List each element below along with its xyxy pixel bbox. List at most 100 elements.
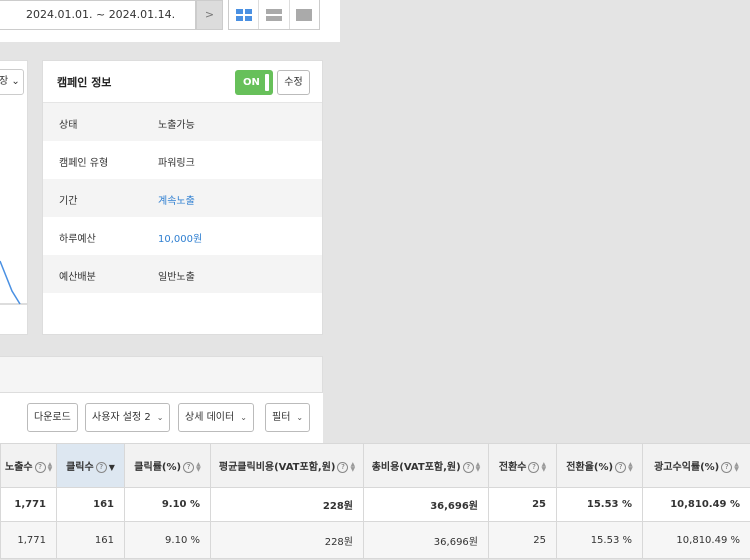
help-icon[interactable]: ? xyxy=(337,461,349,473)
next-period-button[interactable]: > xyxy=(196,0,223,30)
table-cell: 36,696원 xyxy=(363,521,489,559)
help-icon[interactable]: ? xyxy=(721,461,733,473)
table-cell: 228원 xyxy=(210,487,364,522)
table-cell: 228원 xyxy=(210,521,364,559)
column-label: 클릭률(%) xyxy=(134,462,182,473)
sort-icon[interactable]: ▲ ▼ xyxy=(476,462,481,473)
info-row-period: 기간 계속노출 xyxy=(43,179,322,217)
chart-metric-select[interactable]: 장 ⌄ xyxy=(0,69,24,95)
layout-rows-button[interactable] xyxy=(258,0,288,29)
layout-split-icon xyxy=(235,8,252,21)
chevron-down-icon: ⌄ xyxy=(240,413,247,422)
campaign-info-rows: 상태 노출가능 캠페인 유형 파워링크 기간 계속노출 하루예산 10,000원… xyxy=(43,103,322,293)
column-label: 전환수 xyxy=(498,462,527,473)
table-cell: 9.10 % xyxy=(124,487,211,522)
detail-data-select[interactable]: 상세 데이터 ⌄ xyxy=(178,403,254,432)
table-header-row: 노출수? ▲ ▼ 클릭수? ▼ 클릭률(%)? ▲ ▼ 평균클릭비용(VAT포함,원)? ▲… xyxy=(0,443,750,488)
column-header-total-cost[interactable]: 총비용(VAT포함,원)? ▲ ▼ xyxy=(363,443,489,488)
sort-icon[interactable]: ▲ ▼ xyxy=(541,462,546,473)
info-label: 상태 xyxy=(59,120,78,131)
table-cell: 15.53 % xyxy=(556,521,643,559)
campaign-info-card: 캠페인 정보 ON 수정 상태 노출가능 캠페인 유형 파워링크 기간 계속노출… xyxy=(42,60,323,335)
toggle-knob xyxy=(265,74,269,91)
sort-desc-icon[interactable]: ▼ xyxy=(109,463,115,471)
table-toolbar: 다운로드 사용자 설정 2 ⌄ 상세 데이터 ⌄ 필터 ⌄ xyxy=(0,393,323,443)
info-label: 하루예산 xyxy=(59,234,96,245)
layout-single-button[interactable] xyxy=(288,0,319,29)
column-header-impressions[interactable]: 노출수? ▲ ▼ xyxy=(0,443,57,488)
info-value: 노출가능 xyxy=(158,120,195,131)
table-summary-row: 1,771 161 9.10 % 228원 36,696원 25 15.53 %… xyxy=(0,487,750,522)
user-setting-select[interactable]: 사용자 설정 2 ⌄ xyxy=(85,403,171,432)
table-cell: 25 xyxy=(488,521,557,559)
info-value: 파워링크 xyxy=(158,158,195,169)
column-header-ctr[interactable]: 클릭률(%)? ▲ ▼ xyxy=(124,443,211,488)
sort-icon[interactable]: ▲ ▼ xyxy=(48,462,53,473)
table-cell: 1,771 xyxy=(0,521,57,559)
column-label: 평균클릭비용(VAT포함,원) xyxy=(218,462,336,473)
filter-select[interactable]: 필터 ⌄ xyxy=(265,403,311,432)
table-cell: 25 xyxy=(488,487,557,522)
filter-label: 필터 xyxy=(272,412,291,423)
info-label: 기간 xyxy=(59,196,78,207)
date-toolbar: 2024.01.01. ~ 2024.01.14. > xyxy=(0,0,340,42)
column-label: 총비용(VAT포함,원) xyxy=(371,462,461,473)
sort-icon[interactable]: ▲ ▼ xyxy=(734,462,739,473)
campaign-info-header: 캠페인 정보 ON 수정 xyxy=(43,61,322,103)
table-cell: 10,810.49 % xyxy=(642,487,750,522)
column-header-roas[interactable]: 광고수익률(%)? ▲ ▼ xyxy=(642,443,750,488)
help-icon[interactable]: ? xyxy=(462,461,474,473)
table-cell: 9.10 % xyxy=(124,521,211,559)
date-range-picker[interactable]: 2024.01.01. ~ 2024.01.14. xyxy=(0,0,196,30)
info-row-status: 상태 노출가능 xyxy=(43,103,322,141)
column-header-clicks[interactable]: 클릭수? ▼ xyxy=(56,443,125,488)
performance-chart xyxy=(0,260,27,305)
daily-budget-link[interactable]: 10,000원 xyxy=(158,230,202,245)
info-label: 캠페인 유형 xyxy=(59,158,109,169)
performance-chart-card: 장 ⌄ xyxy=(0,60,28,335)
report-tab-strip xyxy=(0,356,323,393)
sort-icon[interactable]: ▲ ▼ xyxy=(628,462,633,473)
info-row-budget-distribution: 예산배분 일반노출 xyxy=(43,255,322,293)
column-label: 클릭수 xyxy=(66,462,94,473)
column-header-conversion-rate[interactable]: 전환율(%)? ▲ ▼ xyxy=(556,443,643,488)
download-button[interactable]: 다운로드 xyxy=(27,403,78,432)
column-header-conversions[interactable]: 전환수? ▲ ▼ xyxy=(488,443,557,488)
campaign-on-toggle[interactable]: ON xyxy=(235,70,273,95)
table-cell: 36,696원 xyxy=(363,487,489,522)
table-cell: 1,771 xyxy=(0,487,57,522)
help-icon[interactable]: ? xyxy=(95,461,107,473)
help-icon[interactable]: ? xyxy=(183,461,195,473)
layout-split-button[interactable] xyxy=(229,0,258,29)
sort-icon[interactable]: ▲ ▼ xyxy=(350,462,355,473)
layout-single-icon xyxy=(296,8,313,21)
chart-metric-select-label: 장 xyxy=(0,76,8,87)
toggle-label: ON xyxy=(243,77,260,88)
chevron-down-icon: ⌄ xyxy=(11,76,20,87)
table-cell: 15.53 % xyxy=(556,487,643,522)
period-link[interactable]: 계속노출 xyxy=(158,192,195,207)
column-label: 광고수익률(%) xyxy=(654,462,720,473)
table-cell: 161 xyxy=(56,521,125,559)
info-value: 일반노출 xyxy=(158,272,195,283)
chevron-down-icon: ⌄ xyxy=(156,413,164,422)
help-icon[interactable]: ? xyxy=(528,461,540,473)
table-row[interactable]: 1,771 161 9.10 % 228원 36,696원 25 15.53 %… xyxy=(0,521,750,559)
column-label: 노출수 xyxy=(5,462,33,473)
performance-table: 노출수? ▲ ▼ 클릭수? ▼ 클릭률(%)? ▲ ▼ 평균클릭비용(VAT포함,원)? ▲… xyxy=(0,443,750,559)
detail-data-label: 상세 데이터 xyxy=(185,412,235,423)
info-row-type: 캠페인 유형 파워링크 xyxy=(43,141,322,179)
sort-icon[interactable]: ▲ ▼ xyxy=(196,462,201,473)
campaign-info-title: 캠페인 정보 xyxy=(57,76,112,89)
chevron-down-icon: ⌄ xyxy=(296,413,304,422)
column-label: 전환율(%) xyxy=(566,462,614,473)
chart-series-line xyxy=(0,260,21,305)
column-header-avg-cpc[interactable]: 평균클릭비용(VAT포함,원)? ▲ ▼ xyxy=(210,443,364,488)
info-label: 예산배분 xyxy=(59,272,96,283)
help-icon[interactable]: ? xyxy=(615,461,627,473)
edit-campaign-button[interactable]: 수정 xyxy=(277,70,310,95)
user-setting-label: 사용자 설정 2 xyxy=(92,412,151,423)
help-icon[interactable]: ? xyxy=(34,461,46,473)
table-cell: 161 xyxy=(56,487,125,522)
info-row-daily-budget: 하루예산 10,000원 xyxy=(43,217,322,255)
